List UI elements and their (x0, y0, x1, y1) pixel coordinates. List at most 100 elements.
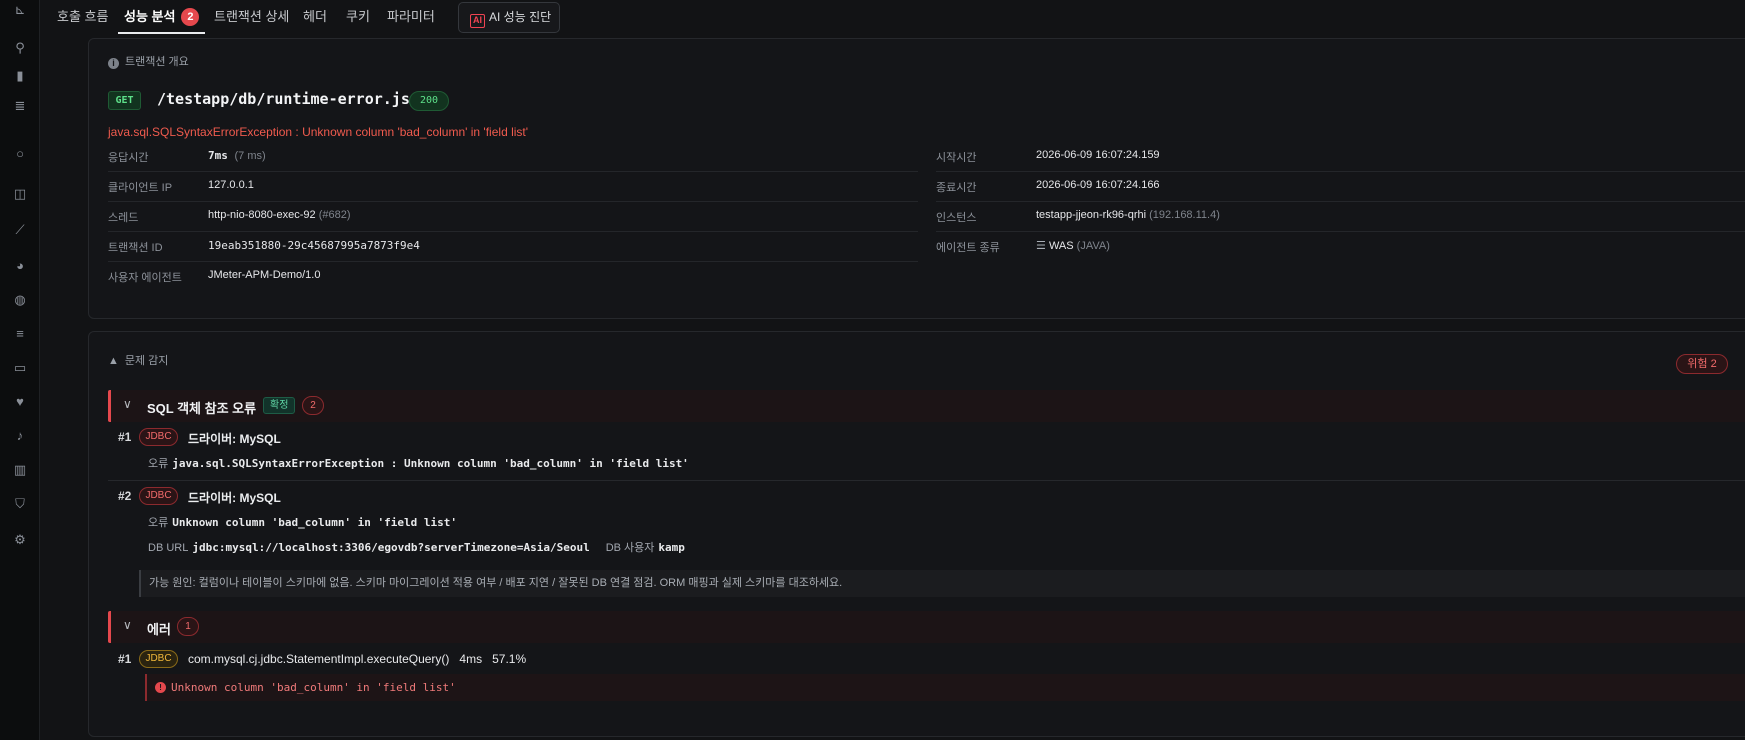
kv-value: testapp-jjeon-rk96-qrhi (192.168.11.4) (1036, 209, 1220, 221)
tab-call-flow[interactable]: 호출 흐름 (57, 6, 108, 30)
nav-pie-icon[interactable]: ◕ (12, 258, 28, 274)
kv-key: 종료시간 (936, 182, 977, 194)
error-text: java.sql.SQLSyntaxErrorException : Unkno… (172, 457, 689, 470)
method-time: 4ms (459, 652, 483, 666)
kv-start-time: 시작시간 2026-06-09 16:07:24.159 (936, 142, 1745, 172)
instance-value[interactable]: testapp-jjeon-rk96-qrhi (1036, 209, 1146, 221)
group-title: SQL 객체 참조 오류 (147, 401, 257, 416)
settings-icon[interactable]: ⚙ (12, 532, 28, 548)
nav-topology-icon[interactable]: ⚲ (12, 40, 28, 56)
kv-user-agent: 사용자 에이전트 JMeter-APM-Demo/1.0 (108, 262, 918, 292)
item-number: #1 (118, 430, 132, 444)
warning-icon: ▲ (108, 355, 119, 367)
agent-type-value: WAS (1048, 240, 1074, 252)
kv-agent-type: 에이전트 종류 ☰ WAS (JAVA) (936, 232, 1745, 262)
driver-label: 드라이버: MySQL (188, 432, 281, 446)
chevron-down-icon: ∨ (123, 618, 132, 632)
problem-group-error[interactable]: ∨ 에러 1 (108, 611, 1745, 643)
ai-diagnosis-button[interactable]: AI AI 성능 진단 (458, 2, 560, 33)
group-title: 에러 (147, 622, 171, 637)
kv-value: JMeter-APM-Demo/1.0 (208, 269, 321, 281)
thread-extra: (#682) (318, 209, 351, 221)
kv-response-time: 응답시간 7ms (7 ms) (108, 142, 918, 172)
transaction-url: /testapp/db/runtime-error.jsp (157, 90, 419, 108)
problem-title-text: 문제 감지 (124, 355, 169, 367)
tab-parameters[interactable]: 파라미터 (387, 6, 435, 30)
kv-transaction-id: 트랜잭션 ID 19eab351880-29c45687995a7873f9e4 (108, 232, 918, 262)
monitor-icon[interactable]: ▭ (12, 360, 28, 376)
db-info-line: DB URL jdbc:mysql://localhost:3306/egovdb… (148, 539, 685, 555)
tab-count-badge: 2 (181, 8, 200, 26)
nav-chart-icon[interactable]: ⊾ (12, 2, 28, 18)
error-line: 오류 Unknown column 'bad_column' in 'field … (148, 514, 457, 530)
agent-type-extra: (JAVA) (1076, 240, 1110, 252)
nav-bar-icon[interactable]: ▮ (12, 68, 28, 84)
tab-label: 파라미터 (387, 9, 435, 24)
stats-icon[interactable]: ▥ (12, 462, 28, 478)
bell-icon[interactable]: ♪ (12, 428, 28, 444)
nav-doc-icon[interactable]: ≣ (12, 98, 28, 114)
jdbc-tag: JDBC (139, 650, 178, 668)
kv-key: 사용자 에이전트 (108, 272, 182, 284)
error-text: Unknown column 'bad_column' in 'field li… (172, 516, 458, 529)
problem-detection-panel: ▲문제 감지 위험 2 ⚙ ∨ SQL 객체 참조 오류 확정 2 #1 JDB… (88, 331, 1745, 737)
shield-icon[interactable]: ⛉ (12, 496, 28, 512)
kv-key: 응답시간 (108, 152, 149, 164)
nav-trend-icon[interactable]: ⟋ (12, 222, 28, 238)
main-content: 호출 흐름 성능 분석 2 트랜잭션 상세 헤더 쿠키 파라미터 AI AI 성능 … (40, 0, 1745, 740)
risk-badge: 위험 2 (1676, 354, 1728, 374)
nav-db-icon[interactable]: ◫ (12, 186, 28, 202)
error-label: 오류 (148, 517, 169, 529)
tab-label: 쿠키 (346, 9, 370, 24)
group-count-badge: 1 (177, 617, 199, 636)
method-percent: 57.1% (492, 652, 527, 666)
kv-key: 에이전트 종류 (936, 242, 1000, 254)
kv-key: 시작시간 (936, 152, 977, 164)
ai-icon: AI (470, 14, 485, 28)
kv-instance: 인스턴스 testapp-jjeon-rk96-qrhi (192.168.11… (936, 202, 1745, 232)
kv-key: 스레드 (108, 212, 139, 224)
tab-label: 호출 흐름 (57, 9, 109, 24)
overview-title-text: 트랜잭션 개요 (125, 56, 189, 68)
kv-key: 인스턴스 (936, 212, 977, 224)
driver-label: 드라이버: MySQL (188, 491, 281, 505)
database-icon[interactable]: ≡ (12, 326, 28, 342)
tab-cookies[interactable]: 쿠키 (346, 6, 370, 30)
nav-search-icon[interactable]: ○ (12, 146, 28, 162)
kv-value[interactable]: 19eab351880-29c45687995a7873f9e4 (208, 239, 420, 252)
response-time-value: 7ms (208, 149, 228, 162)
kv-value: 127.0.0.1 (208, 179, 254, 191)
tab-performance[interactable]: 성능 분석 2 (117, 6, 206, 34)
thread-value: http-nio-8080-exec-92 (208, 209, 316, 221)
ai-button-label: AI 성능 진단 (489, 10, 552, 24)
possible-cause: 가능 원인: 컬럼이나 테이블이 스키마에 없음. 스키마 마이그레이션 적용 … (139, 570, 1745, 597)
kv-client-ip: 클라이언트 IP 127.0.0.1 (108, 172, 918, 202)
http-status-badge: 200 (409, 91, 449, 111)
globe-icon[interactable]: ◍ (12, 292, 28, 308)
transaction-overview-panel: i 트랜잭션 개요 GET /testapp/db/runtime-error.j… (88, 38, 1745, 319)
method-name[interactable]: com.mysql.cj.jdbc.StatementImpl.executeQ… (188, 652, 449, 666)
tab-label: 헤더 (303, 9, 327, 24)
db-user-label: DB 사용자 (605, 542, 655, 554)
kv-value: ☰ WAS (JAVA) (1036, 239, 1110, 252)
tab-headers[interactable]: 헤더 (303, 6, 327, 30)
instance-ip: (192.168.11.4) (1149, 209, 1220, 221)
heartbeat-icon[interactable]: ♥ (12, 394, 28, 410)
jdbc-tag: JDBC (139, 428, 178, 446)
server-icon: ☰ (1036, 240, 1046, 252)
tab-label: 성능 분석 (124, 9, 176, 24)
response-time-extra: (7 ms) (234, 150, 266, 162)
chevron-down-icon: ∨ (123, 397, 132, 411)
kv-value: 7ms (7 ms) (208, 149, 266, 162)
error-icon: ! (155, 682, 166, 693)
kv-thread: 스레드 http-nio-8080-exec-92 (#682) (108, 202, 918, 232)
exception-message: java.sql.SQLSyntaxErrorException : Unkno… (108, 125, 529, 139)
info-icon: i (108, 58, 119, 69)
db-user-value: kamp (658, 541, 685, 554)
problem-group-sql-error[interactable]: ∨ SQL 객체 참조 오류 확정 2 (108, 390, 1745, 422)
tab-transaction-detail[interactable]: 트랜잭션 상세 (214, 6, 289, 30)
item-number: #2 (118, 489, 132, 503)
item-divider (108, 480, 1745, 481)
error-line: 오류 java.sql.SQLSyntaxErrorException : Unk… (148, 455, 689, 471)
db-url-value: jdbc:mysql://localhost:3306/egovdb?serve… (192, 541, 590, 554)
